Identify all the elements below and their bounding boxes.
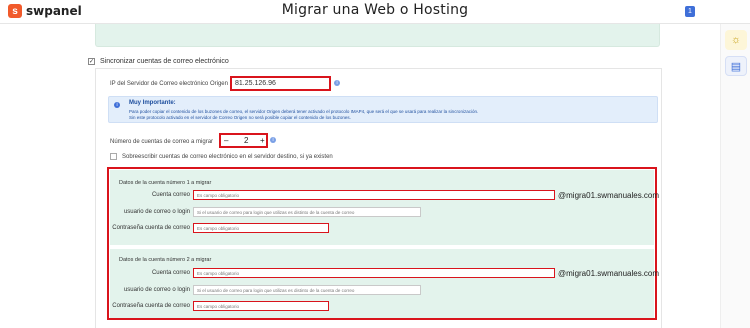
- ip-label: IP del Servidor de Correo electrónico Or…: [110, 81, 228, 87]
- account-2-user-input[interactable]: Si el usuario de correo para login que u…: [193, 285, 421, 295]
- accounts-section: Datos de la cuenta número 1 a migrar Cue…: [107, 167, 659, 320]
- count-info-icon[interactable]: i: [270, 137, 276, 143]
- account-2-block: Datos de la cuenta número 2 a migrar Cue…: [110, 249, 659, 318]
- theme-sun-icon[interactable]: ☼: [725, 30, 747, 50]
- app-header: s swpanel Migrar una Web o Hosting 1: [0, 0, 750, 24]
- increment-button[interactable]: +: [260, 136, 265, 145]
- account-2-domain: @migra01.swmanuales.com: [558, 269, 660, 278]
- important-line-2: Sin este protocolo activado en el servid…: [129, 115, 351, 120]
- account-2-email-label: Cuenta correo: [151, 270, 190, 276]
- right-rail: ☼ ▤: [720, 24, 750, 328]
- account-1-email-label: Cuenta correo: [151, 192, 190, 198]
- account-1-email-input[interactable]: Es campo obligatorio: [193, 190, 555, 200]
- important-notice: i Muy Importante: Para poder copiar el c…: [108, 96, 658, 123]
- sync-email-checkbox[interactable]: ✓: [88, 58, 95, 65]
- sync-email-row[interactable]: ✓ Sincronizar cuentas de correo electrón…: [88, 58, 229, 65]
- account-2-pass-label: Contraseña cuenta de correo: [112, 303, 190, 309]
- important-title: Muy Importante:: [129, 100, 176, 106]
- ip-info-icon[interactable]: i: [334, 80, 340, 86]
- account-1-pass-input[interactable]: Es campo obligatorio: [193, 223, 329, 233]
- notification-badge[interactable]: 1: [685, 6, 695, 17]
- document-icon[interactable]: ▤: [725, 56, 747, 76]
- count-label: Número de cuentas de correo a migrar: [110, 139, 214, 145]
- decrement-button[interactable]: –: [224, 136, 228, 145]
- count-stepper[interactable]: – 2 +: [219, 133, 268, 148]
- count-value: 2: [244, 136, 249, 145]
- overwrite-label: Sobreescribir cuentas de correo electrón…: [122, 153, 333, 160]
- page-title: Migrar una Web o Hosting: [281, 2, 469, 18]
- account-1-user-input[interactable]: Si el usuario de correo para login que u…: [193, 207, 421, 217]
- account-1-title: Datos de la cuenta número 1 a migrar: [119, 180, 212, 186]
- ip-value: 81.25.126.96: [235, 80, 276, 87]
- ip-input[interactable]: 81.25.126.96: [230, 76, 331, 91]
- account-1-domain: @migra01.swmanuales.com: [558, 191, 660, 200]
- overwrite-checkbox[interactable]: [110, 153, 117, 160]
- overwrite-row[interactable]: Sobreescribir cuentas de correo electrón…: [110, 153, 333, 160]
- account-2-title: Datos de la cuenta número 2 a migrar: [119, 257, 212, 263]
- info-icon: i: [114, 102, 120, 108]
- account-2-pass-input[interactable]: Es campo obligatorio: [193, 301, 329, 311]
- account-2-user-label: usuario de correo o login: [123, 287, 190, 293]
- account-2-email-input[interactable]: Es campo obligatorio: [193, 268, 555, 278]
- account-1-user-label: usuario de correo o login: [123, 209, 190, 215]
- account-1-block: Datos de la cuenta número 1 a migrar Cue…: [110, 170, 659, 245]
- previous-section-box: [95, 24, 660, 47]
- important-line-1: Para poder copiar el contenido de los bu…: [129, 109, 479, 114]
- sync-email-label: Sincronizar cuentas de correo electrónic…: [100, 58, 229, 65]
- account-1-pass-label: Contraseña cuenta de correo: [112, 225, 190, 231]
